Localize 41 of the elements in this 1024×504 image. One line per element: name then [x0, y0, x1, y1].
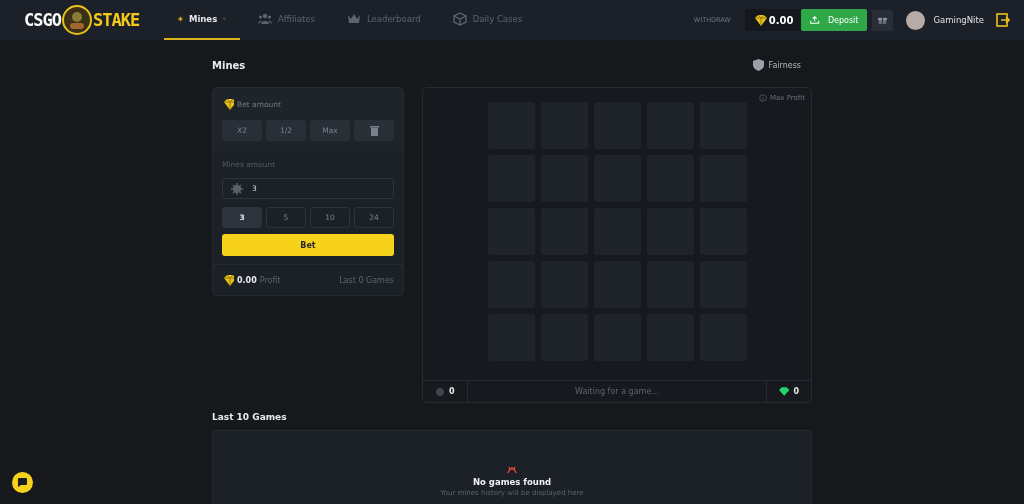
- game-status: Waiting for a game...: [574, 387, 660, 396]
- balance-display: 0.00: [744, 9, 802, 31]
- gem-icon: [779, 387, 790, 396]
- upload-icon: [810, 14, 820, 26]
- chat-icon: [18, 478, 27, 487]
- profit-value: 0.00: [237, 275, 257, 285]
- section-title: Last 10 Games: [212, 412, 288, 422]
- clear-button[interactable]: [354, 120, 394, 141]
- profit-label: Profit: [259, 275, 281, 285]
- info-icon: [759, 94, 768, 102]
- nav-tab[interactable]: Affiliates: [244, 0, 329, 40]
- nav-tab[interactable]: Leaderboard: [332, 0, 435, 40]
- mines-count: 0: [449, 387, 455, 396]
- logout-icon: [996, 13, 1010, 27]
- diamond-icon: [222, 98, 234, 110]
- gems-count: 0: [793, 387, 799, 396]
- nav-tab[interactable]: Mines: [164, 0, 240, 40]
- chat-button[interactable]: [12, 472, 33, 493]
- crab-icon: [507, 466, 517, 474]
- diamond-icon: [222, 274, 234, 286]
- shield-icon: [752, 59, 764, 71]
- mine-icon: [230, 181, 244, 196]
- people-icon: [258, 12, 272, 26]
- mascot-logo-icon: [61, 5, 92, 35]
- logo-text[interactable]: STAKE: [92, 10, 140, 30]
- nav-tab[interactable]: Daily Cases: [438, 0, 537, 40]
- diamond-icon: [752, 13, 767, 27]
- cube-icon: [452, 12, 467, 26]
- gift-button[interactable]: [872, 9, 894, 31]
- deposit-button[interactable]: Deposit: [801, 9, 868, 31]
- fairness-link[interactable]: Fairness: [752, 59, 801, 71]
- page-title: Mines: [212, 59, 246, 71]
- mine-icon: [435, 386, 445, 397]
- crown-icon: [346, 12, 361, 26]
- bet-button[interactable]: Bet: [222, 234, 394, 256]
- last-games-count: Last 0 Games: [339, 275, 394, 285]
- trash-icon: [369, 125, 379, 136]
- username[interactable]: GamingNite: [933, 15, 984, 25]
- logo-text[interactable]: CSGO: [24, 10, 61, 30]
- avatar-circle[interactable]: [906, 10, 926, 30]
- empty-title: No games found: [472, 477, 552, 487]
